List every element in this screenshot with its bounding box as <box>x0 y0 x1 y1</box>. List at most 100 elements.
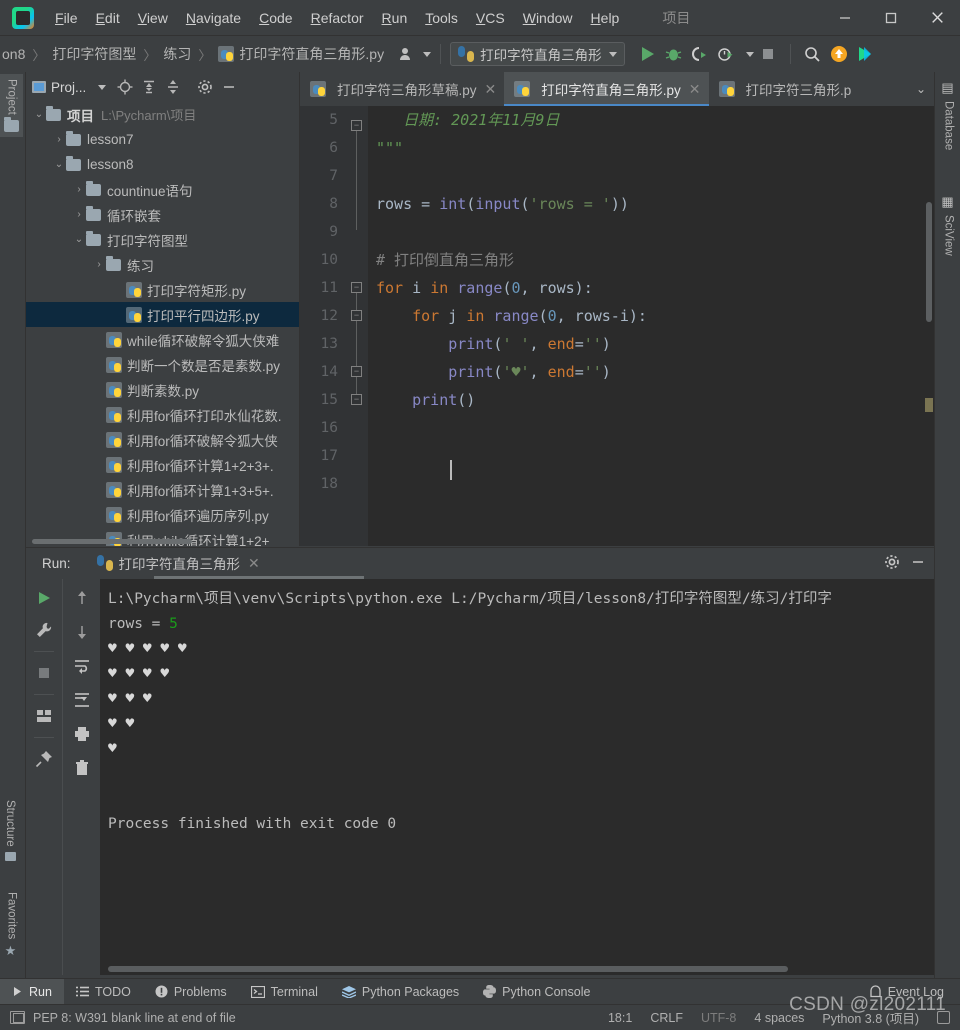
breadcrumb-item-folder2[interactable]: 练习 <box>163 44 191 64</box>
chevron-down-icon[interactable]: ⌄ <box>32 109 46 120</box>
breadcrumb-item-folder1[interactable]: 打印字符图型 <box>52 44 136 64</box>
tree-item[interactable]: 打印平行四边形.py <box>26 302 299 327</box>
collapse-all-button[interactable] <box>162 76 184 98</box>
close-button[interactable] <box>914 1 960 35</box>
search-button[interactable] <box>800 41 826 67</box>
tree-item[interactable]: 利用for循环计算1+2+3+. <box>26 452 299 477</box>
stop-button[interactable] <box>755 41 781 67</box>
down-arrow-button[interactable] <box>69 619 95 645</box>
chevron-down-icon[interactable]: ⌄ <box>72 234 86 245</box>
chevron-right-icon[interactable]: › <box>72 209 86 220</box>
minimize-button[interactable] <box>822 1 868 35</box>
menu-vcs[interactable]: VCS <box>467 7 514 29</box>
editor-tab[interactable]: 打印字符三角形草稿.py ✕ <box>300 72 504 106</box>
menu-help[interactable]: Help <box>582 7 629 29</box>
menu-tools[interactable]: Tools <box>416 7 467 29</box>
menu-edit[interactable]: Edit <box>87 7 129 29</box>
tree-item[interactable]: ⌄ 项目 L:\Pycharm\项目 <box>26 102 299 127</box>
print-button[interactable] <box>69 721 95 747</box>
file-encoding[interactable]: UTF-8 <box>701 1011 736 1025</box>
menu-navigate[interactable]: Navigate <box>177 7 250 29</box>
scroll-to-end-button[interactable] <box>69 687 95 713</box>
line-separator[interactable]: CRLF <box>650 1011 683 1025</box>
trash-button[interactable] <box>69 755 95 781</box>
tool-window-database[interactable]: ▤ Database <box>937 76 960 155</box>
menu-refactor[interactable]: Refactor <box>302 7 373 29</box>
tree-item[interactable]: ⌄ lesson8 <box>26 152 299 177</box>
profile-button[interactable] <box>713 41 739 67</box>
editor-scrollbar[interactable] <box>926 202 932 322</box>
bottom-tab-run[interactable]: Run <box>0 978 64 1005</box>
run-session-tab[interactable]: 打印字符直角三角形 ✕ <box>96 553 260 573</box>
close-icon[interactable]: ✕ <box>689 81 701 98</box>
tree-item[interactable]: 利用for循环打印水仙花数. <box>26 402 299 427</box>
gear-icon[interactable] <box>884 554 900 573</box>
chevron-right-icon[interactable]: › <box>72 184 86 195</box>
pin-button[interactable] <box>31 746 57 772</box>
ide-features-button[interactable] <box>852 41 878 67</box>
code-content[interactable]: 日期: 2021年11月9日 """ rows = int(input('rows… <box>368 106 934 546</box>
project-tree-scrollbar[interactable] <box>32 539 192 544</box>
menu-file[interactable]: File <box>46 7 87 29</box>
fold-marker[interactable]: − <box>351 282 362 293</box>
tree-item[interactable]: ⌄ 打印字符图型 <box>26 227 299 252</box>
menu-view[interactable]: View <box>129 7 177 29</box>
bottom-tab-problems[interactable]: Problems <box>143 979 239 1005</box>
code-folding-gutter[interactable]: − − − − − <box>346 106 368 546</box>
fold-marker[interactable]: − <box>351 310 362 321</box>
chevron-down-icon[interactable]: ⌄ <box>52 159 66 170</box>
interpreter-setting[interactable]: Python 3.8 (项目) <box>822 1008 919 1027</box>
tree-item[interactable]: › countinue语句 <box>26 177 299 202</box>
rerun-button[interactable] <box>31 585 57 611</box>
bottom-tab-python-packages[interactable]: Python Packages <box>330 979 471 1005</box>
event-log-button[interactable]: Event Log <box>869 985 944 999</box>
stop-button[interactable] <box>31 660 57 686</box>
layout-button[interactable] <box>31 703 57 729</box>
tree-item[interactable]: 判断素数.py <box>26 377 299 402</box>
chevron-right-icon[interactable]: › <box>92 259 106 270</box>
run-configuration-selector[interactable]: 打印字符直角三角形 <box>450 42 625 66</box>
tree-item[interactable]: 利用for循环计算1+3+5+. <box>26 477 299 502</box>
menu-run[interactable]: Run <box>373 7 417 29</box>
project-tree[interactable]: ⌄ 项目 L:\Pycharm\项目 › lesson7 ⌄ lesson8 › countin… <box>26 102 299 546</box>
caret-position[interactable]: 18:1 <box>608 1011 632 1025</box>
minimize-icon[interactable] <box>910 554 926 573</box>
menu-code[interactable]: Code <box>250 7 301 29</box>
coverage-button[interactable] <box>687 41 713 67</box>
fold-marker[interactable]: − <box>351 120 362 131</box>
editor-tab[interactable]: 打印字符直角三角形.py ✕ <box>504 72 709 106</box>
soft-wrap-button[interactable] <box>69 653 95 679</box>
profile-dropdown[interactable] <box>739 41 755 67</box>
tree-item[interactable]: while循环破解令狐大侠难 <box>26 327 299 352</box>
bottom-tab-python-console[interactable]: Python Console <box>471 979 602 1005</box>
wrench-button[interactable] <box>31 617 57 643</box>
tree-item[interactable]: 利用for循环遍历序列.py <box>26 502 299 527</box>
tool-window-project[interactable]: Project <box>0 74 23 137</box>
tree-item[interactable]: 打印字符矩形.py <box>26 277 299 302</box>
breadcrumb-item-lesson8[interactable]: on8 <box>2 46 25 62</box>
menu-window[interactable]: Window <box>514 7 582 29</box>
tree-item[interactable]: › 练习 <box>26 252 299 277</box>
editor-marker[interactable] <box>925 398 933 412</box>
project-panel-title[interactable]: Proj... <box>32 80 107 95</box>
lock-icon[interactable] <box>937 1011 950 1024</box>
bottom-tab-terminal[interactable]: Terminal <box>239 979 330 1005</box>
gear-icon[interactable] <box>194 76 216 98</box>
debug-button[interactable] <box>661 41 687 67</box>
tree-item[interactable]: 判断一个数是否是素数.py <box>26 352 299 377</box>
tree-item[interactable]: 利用for循环破解令狐大侠 <box>26 427 299 452</box>
scroll-from-source-button[interactable] <box>114 76 136 98</box>
update-button[interactable] <box>826 41 852 67</box>
console-horizontal-scrollbar[interactable] <box>108 966 788 972</box>
editor-tab-list-button[interactable]: ⌄ <box>908 72 934 106</box>
expand-all-button[interactable] <box>138 76 160 98</box>
indent-setting[interactable]: 4 spaces <box>754 1011 804 1025</box>
collaborators-icon[interactable] <box>398 46 432 62</box>
fold-marker[interactable]: − <box>351 394 362 405</box>
hide-panel-button[interactable] <box>218 76 240 98</box>
up-arrow-button[interactable] <box>69 585 95 611</box>
close-icon[interactable]: ✕ <box>485 81 497 98</box>
tool-window-structure[interactable]: Structure <box>0 795 20 866</box>
maximize-button[interactable] <box>868 1 914 35</box>
tool-window-favorites[interactable]: Favorites ★ <box>0 887 23 964</box>
